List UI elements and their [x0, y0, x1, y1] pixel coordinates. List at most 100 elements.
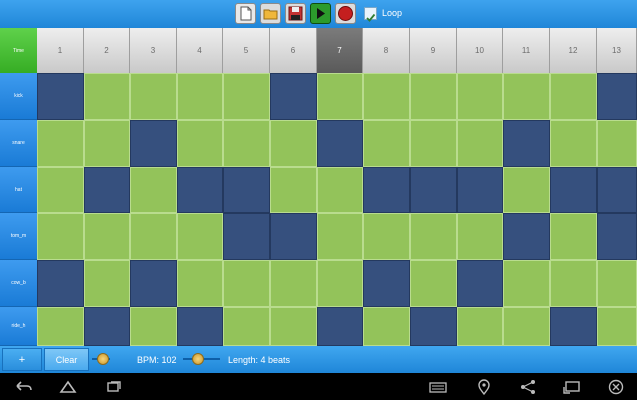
step-cell[interactable] [223, 120, 270, 167]
step-cell[interactable] [84, 120, 130, 167]
track-label[interactable]: kick [0, 73, 37, 120]
step-cell[interactable] [410, 73, 457, 120]
step-cell[interactable] [130, 120, 177, 167]
new-file-button[interactable] [235, 3, 256, 24]
step-cell[interactable] [550, 260, 597, 307]
step-cell[interactable] [597, 213, 637, 260]
step-cell[interactable] [270, 307, 317, 346]
bpm-slider-knob[interactable] [97, 353, 109, 365]
step-cell[interactable] [363, 307, 410, 346]
step-cell[interactable] [503, 307, 550, 346]
step-cell[interactable] [363, 260, 410, 307]
step-cell[interactable] [457, 73, 503, 120]
play-button[interactable] [310, 3, 331, 24]
close-app-button[interactable] [606, 378, 626, 396]
step-cell[interactable] [457, 167, 503, 213]
step-cell[interactable] [177, 213, 223, 260]
step-cell[interactable] [410, 307, 457, 346]
step-cell[interactable] [597, 167, 637, 213]
step-cell[interactable] [130, 73, 177, 120]
back-button[interactable] [14, 378, 34, 396]
step-cell[interactable] [550, 120, 597, 167]
step-cell[interactable] [177, 120, 223, 167]
step-cell[interactable] [597, 307, 637, 346]
step-cell[interactable] [37, 167, 84, 213]
step-cell[interactable] [457, 120, 503, 167]
step-cell[interactable] [363, 73, 410, 120]
step-cell[interactable] [37, 307, 84, 346]
step-cell[interactable] [84, 260, 130, 307]
keyboard-button[interactable] [428, 378, 448, 396]
step-cell[interactable] [457, 307, 503, 346]
step-cell[interactable] [317, 213, 363, 260]
open-button[interactable] [260, 3, 281, 24]
add-row-button[interactable]: + [2, 348, 42, 371]
step-cell[interactable] [597, 260, 637, 307]
clear-button[interactable]: Clear [44, 348, 89, 371]
step-cell[interactable] [84, 213, 130, 260]
step-cell[interactable] [270, 167, 317, 213]
step-cell[interactable] [130, 260, 177, 307]
step-cell[interactable] [317, 167, 363, 213]
step-cell[interactable] [270, 213, 317, 260]
step-cell[interactable] [84, 307, 130, 346]
step-cell[interactable] [503, 120, 550, 167]
track-label[interactable]: tom_m [0, 213, 37, 260]
step-cell[interactable] [84, 73, 130, 120]
step-cell[interactable] [550, 73, 597, 120]
step-cell[interactable] [177, 73, 223, 120]
step-cell[interactable] [410, 167, 457, 213]
step-cell[interactable] [503, 73, 550, 120]
step-cell[interactable] [363, 167, 410, 213]
step-cell[interactable] [317, 260, 363, 307]
step-cell[interactable] [550, 167, 597, 213]
step-cell[interactable] [177, 167, 223, 213]
step-cell[interactable] [363, 213, 410, 260]
step-cell[interactable] [410, 213, 457, 260]
step-cell[interactable] [223, 213, 270, 260]
step-cell[interactable] [363, 120, 410, 167]
loop-checkbox[interactable] [364, 7, 377, 22]
location-button[interactable] [474, 378, 494, 396]
step-cell[interactable] [270, 260, 317, 307]
step-cell[interactable] [130, 307, 177, 346]
step-cell[interactable] [317, 73, 363, 120]
step-cell[interactable] [223, 307, 270, 346]
step-cell[interactable] [270, 73, 317, 120]
step-cell[interactable] [177, 260, 223, 307]
step-cell[interactable] [410, 120, 457, 167]
step-cell[interactable] [317, 307, 363, 346]
step-cell[interactable] [550, 213, 597, 260]
step-cell[interactable] [503, 213, 550, 260]
step-cell[interactable] [223, 73, 270, 120]
step-cell[interactable] [37, 213, 84, 260]
step-cell[interactable] [503, 167, 550, 213]
save-button[interactable] [285, 3, 306, 24]
step-cell[interactable] [457, 213, 503, 260]
step-cell[interactable] [597, 73, 637, 120]
step-cell[interactable] [270, 120, 317, 167]
step-cell[interactable] [503, 260, 550, 307]
step-cell[interactable] [223, 167, 270, 213]
step-cell[interactable] [37, 120, 84, 167]
track-label[interactable]: cow_b [0, 260, 37, 307]
step-cell[interactable] [457, 260, 503, 307]
step-cell[interactable] [177, 307, 223, 346]
record-button[interactable] [335, 3, 356, 24]
step-cell[interactable] [317, 120, 363, 167]
track-label[interactable]: ride_h [0, 307, 37, 346]
share-button[interactable] [518, 378, 538, 396]
step-cell[interactable] [130, 213, 177, 260]
step-cell[interactable] [223, 260, 270, 307]
track-label[interactable]: snare [0, 120, 37, 167]
step-cell[interactable] [410, 260, 457, 307]
step-cell[interactable] [37, 260, 84, 307]
step-cell[interactable] [130, 167, 177, 213]
home-button[interactable] [58, 378, 78, 396]
screen-mirror-button[interactable] [562, 378, 582, 396]
step-cell[interactable] [597, 120, 637, 167]
step-cell[interactable] [84, 167, 130, 213]
step-cell[interactable] [550, 307, 597, 346]
length-slider-knob[interactable] [192, 353, 204, 365]
track-label[interactable]: hat [0, 167, 37, 213]
